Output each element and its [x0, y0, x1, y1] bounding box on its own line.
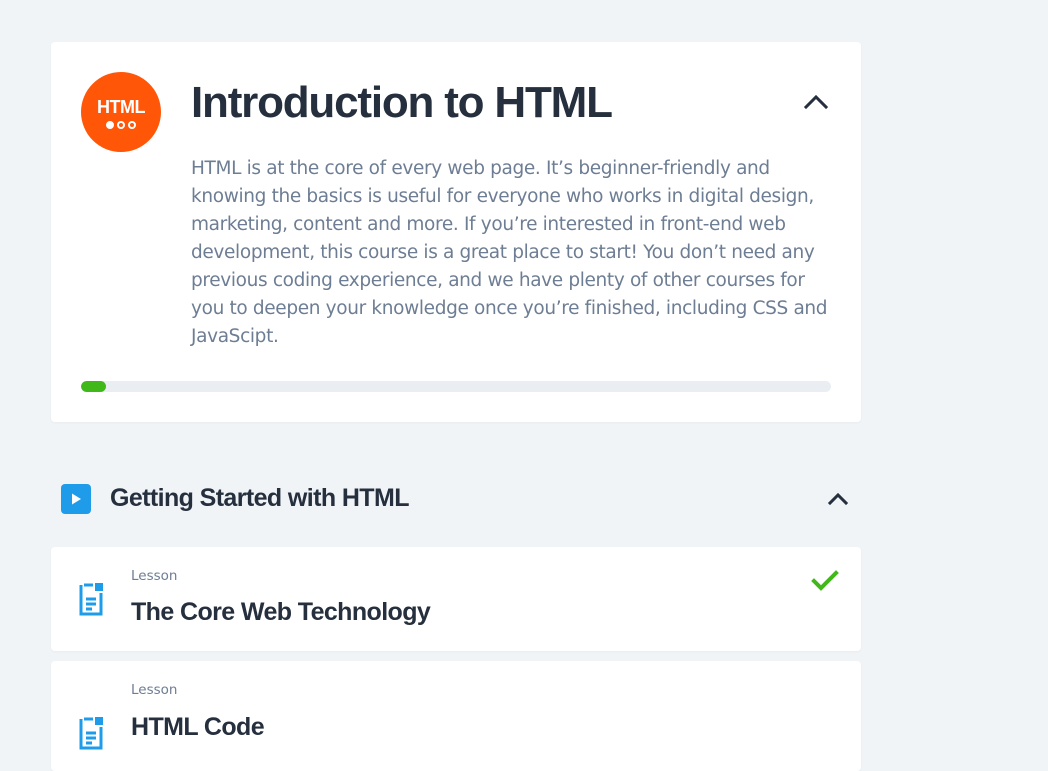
section-title: Getting Started with HTML: [110, 484, 409, 512]
section-collapse-button[interactable]: [822, 483, 854, 515]
checkmark-icon: [811, 570, 839, 591]
course-logo-dots: [106, 120, 136, 129]
chevron-up-icon: [827, 492, 849, 506]
course-card: HTML Introduction to HTML HTML is at the…: [51, 42, 861, 422]
lesson-document-icon: [79, 717, 103, 750]
course-logo-text: HTML: [97, 96, 145, 117]
course-title: Introduction to HTML: [191, 78, 613, 127]
logo-dot-filled: [106, 120, 114, 129]
logo-dot-empty: [128, 120, 136, 129]
lesson-type-label: Lesson: [131, 568, 178, 584]
html-course-logo: HTML: [81, 72, 161, 152]
lesson-title: HTML Code: [131, 713, 265, 741]
lesson-title: The Core Web Technology: [131, 598, 431, 626]
course-collapse-button[interactable]: [800, 86, 832, 118]
play-triangle: [72, 493, 81, 505]
course-description: HTML is at the core of every web page. I…: [191, 158, 828, 347]
lesson-type-label: Lesson: [131, 682, 178, 698]
course-progress-fill: [81, 381, 106, 392]
lesson-document-icon: [79, 583, 103, 616]
play-icon: [61, 484, 91, 514]
chevron-up-icon: [803, 94, 829, 110]
section-header[interactable]: Getting Started with HTML: [51, 472, 861, 524]
logo-dot-empty: [117, 120, 125, 129]
lesson-card[interactable]: Lesson HTML Code: [51, 661, 861, 771]
lesson-card[interactable]: Lesson The Core Web Technology: [51, 547, 861, 651]
course-progress-bar: [81, 381, 831, 392]
